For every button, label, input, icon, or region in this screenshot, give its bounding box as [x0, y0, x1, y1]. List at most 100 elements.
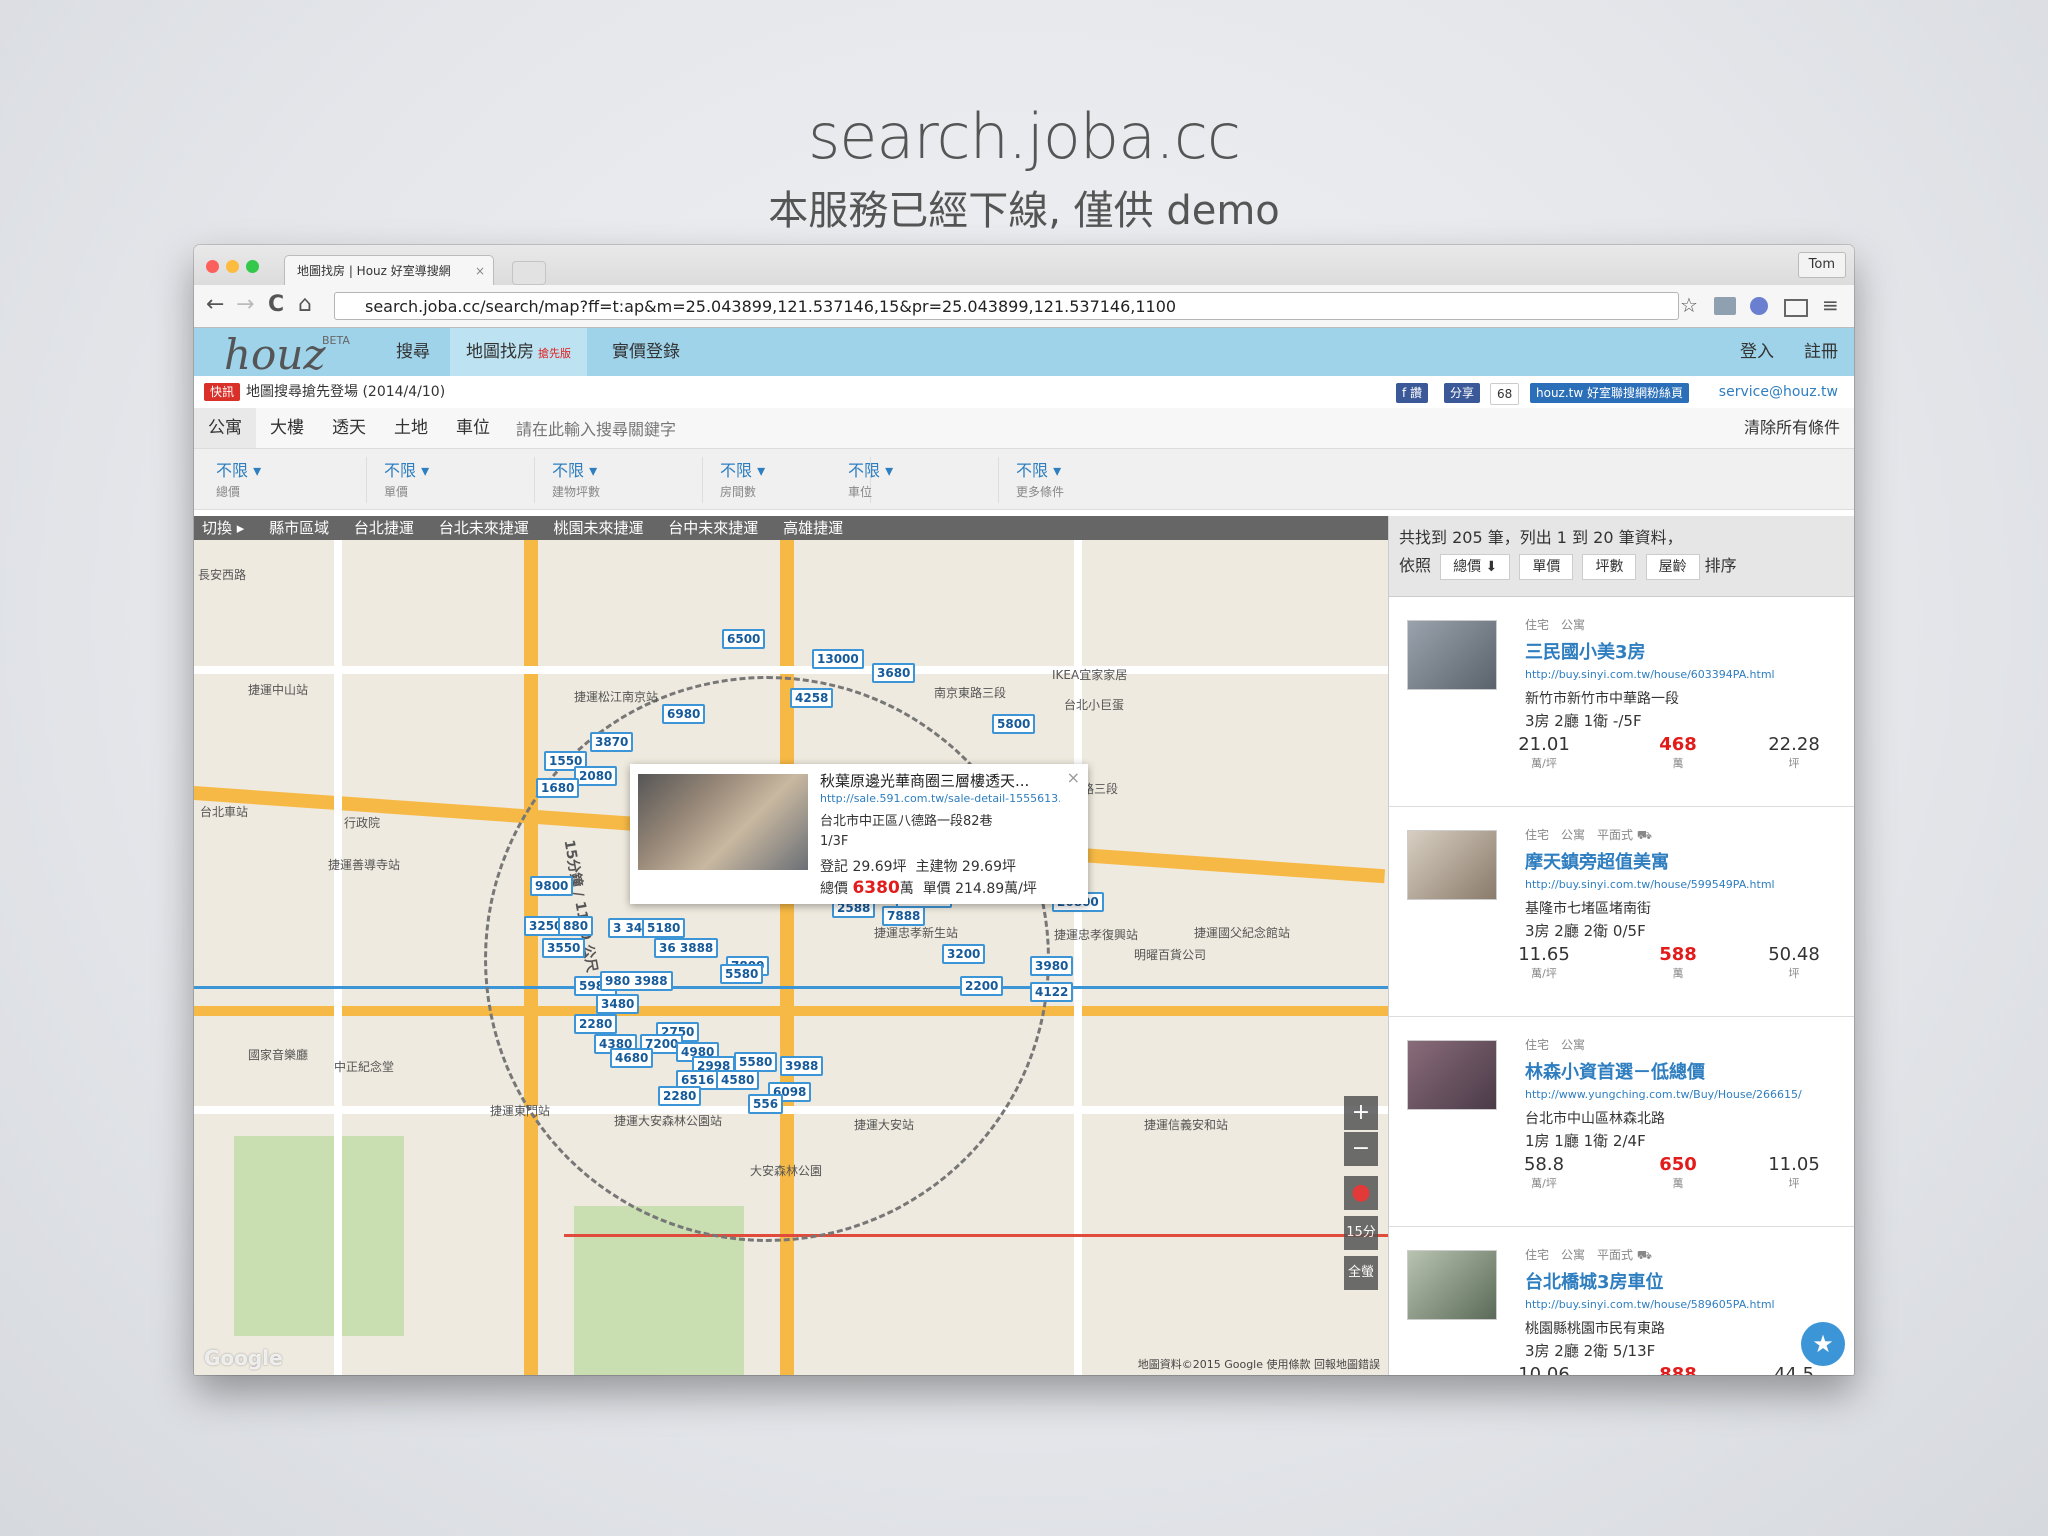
bookmark-star-icon[interactable]: ☆ — [1680, 293, 1698, 317]
map-tab-taipei-mrt[interactable]: 台北捷運 — [354, 519, 414, 537]
result-item[interactable]: 住宅 公寓 平面式 ⛟ 台北橋城3房車位 http://buy.sinyi.com.tw… — [1389, 1226, 1854, 1375]
fullscreen-button[interactable]: 全螢 — [1344, 1256, 1378, 1290]
price-marker[interactable]: 980 3988 — [600, 971, 673, 991]
filter-unit-price[interactable]: 不限 ▾ 單價 — [384, 457, 535, 503]
home-icon[interactable]: ⌂ — [298, 293, 312, 317]
keyword-search-input[interactable] — [514, 412, 1738, 446]
new-tab-button[interactable] — [512, 261, 546, 285]
map-tab-switch[interactable]: 切換 ▸ — [202, 519, 244, 537]
news-text[interactable]: 地圖搜尋搶先登場 (2014/4/10) — [246, 384, 445, 400]
result-item[interactable]: 住宅 公寓 平面式 ⛟ 摩天鎮旁超值美寓 http://buy.sinyi.com.tw… — [1389, 806, 1854, 1017]
listing-title[interactable]: 林森小資首選－低總價 — [1525, 1058, 1705, 1084]
listing-popup[interactable]: 秋葉原邊光華商圈三層樓透天... http://sale.591.com.tw/… — [630, 764, 1088, 904]
extension-icon[interactable] — [1714, 297, 1736, 315]
houz-logo[interactable]: houz — [224, 330, 326, 379]
tab-close-icon[interactable]: × — [475, 256, 485, 285]
facebook-share-button[interactable]: 分享 — [1444, 383, 1481, 403]
reload-icon[interactable]: C — [268, 293, 284, 317]
map-attribution[interactable]: 地圖資料©2015 Google 使用條款 回報地圖錯誤 — [1138, 1356, 1380, 1372]
result-item[interactable]: 住宅 公寓 林森小資首選－低總價 http://www.yungching.com.t… — [1389, 1016, 1854, 1227]
price-marker[interactable]: 3200 — [942, 944, 986, 964]
price-marker[interactable]: 1680 — [536, 778, 580, 798]
listing-url[interactable]: http://buy.sinyi.com.tw/house/599549PA.h… — [1525, 878, 1845, 891]
location-pin-icon[interactable]: ● — [1344, 1176, 1378, 1210]
houz-fanpage-button[interactable]: houz.tw 好室聯搜網粉絲頁 — [1530, 383, 1690, 403]
listing-title[interactable]: 台北橋城3房車位 — [1525, 1268, 1664, 1294]
price-marker[interactable]: 9800 — [530, 876, 574, 896]
price-marker[interactable]: 2280 — [658, 1086, 702, 1106]
price-marker[interactable]: 4580 — [716, 1070, 760, 1090]
price-marker[interactable]: 3680 — [872, 663, 916, 683]
sort-total-price-button[interactable]: 總價 ⬇ — [1440, 554, 1511, 580]
zoom-in-button[interactable]: + — [1344, 1096, 1378, 1130]
type-tab-building[interactable]: 大樓 — [256, 408, 318, 448]
map-tab-taipei-future-mrt[interactable]: 台北未來捷運 — [439, 519, 529, 537]
popup-title[interactable]: 秋葉原邊光華商圈三層樓透天... — [820, 770, 1060, 791]
price-marker[interactable]: 880 — [558, 916, 594, 936]
price-marker[interactable]: 3980 — [1030, 956, 1074, 976]
type-tab-townhouse[interactable]: 透天 — [318, 408, 380, 448]
filter-parking[interactable]: 不限 ▾ 車位 — [848, 457, 999, 503]
zoom-out-button[interactable]: − — [1344, 1132, 1378, 1166]
sort-area-button[interactable]: 坪數 — [1582, 554, 1637, 580]
close-window-button[interactable] — [206, 260, 219, 273]
profile-button[interactable]: Tom — [1797, 252, 1846, 278]
price-marker[interactable]: 5180 — [642, 918, 686, 938]
popup-url[interactable]: http://sale.591.com.tw/sale-detail-15556… — [820, 792, 1060, 805]
price-marker[interactable]: 7888 — [882, 906, 926, 926]
map-tab-taoyuan-future-mrt[interactable]: 桃園未來捷運 — [553, 519, 643, 537]
browser-tab[interactable]: 地圖找房 | Houz 好室導搜網 × — [284, 255, 494, 285]
map-tab-kaohsiung-mrt[interactable]: 高雄捷運 — [783, 519, 843, 537]
price-marker[interactable]: 3988 — [780, 1056, 824, 1076]
type-tab-parking[interactable]: 車位 — [442, 408, 504, 448]
filter-floor-area[interactable]: 不限 ▾ 建物坪數 — [552, 457, 703, 503]
listing-thumbnail[interactable] — [1407, 1040, 1497, 1110]
back-icon[interactable]: ← — [206, 293, 224, 317]
clear-all-filters-button[interactable]: 清除所有條件 — [1744, 408, 1840, 448]
nav-map-search[interactable]: 地圖找房 搶先版 — [450, 328, 587, 376]
listing-title[interactable]: 三民國小美3房 — [1525, 638, 1646, 664]
listing-title[interactable]: 摩天鎮旁超值美寓 — [1525, 848, 1669, 874]
result-item[interactable]: 住宅 公寓 三民國小美3房 http://buy.sinyi.com.tw/house… — [1389, 596, 1854, 807]
sort-unit-price-button[interactable]: 單價 — [1519, 554, 1574, 580]
price-marker[interactable]: 13000 — [812, 649, 864, 669]
nav-price-registry[interactable]: 實價登錄 — [612, 328, 680, 376]
map-tab-taichung-future-mrt[interactable]: 台中未來捷運 — [668, 519, 758, 537]
extension-globe-icon[interactable] — [1750, 297, 1768, 315]
listing-thumbnail[interactable] — [1407, 1250, 1497, 1320]
price-marker[interactable]: 2200 — [960, 976, 1004, 996]
price-marker[interactable]: 6980 — [662, 704, 706, 724]
register-link[interactable]: 註冊 — [1804, 328, 1838, 376]
price-marker[interactable]: 556 — [748, 1094, 784, 1114]
price-marker[interactable]: 36 3888 — [654, 938, 719, 958]
service-email-link[interactable]: service@houz.tw — [1719, 376, 1838, 408]
price-marker[interactable]: 5800 — [992, 714, 1036, 734]
facebook-like-button[interactable]: f 讚 — [1396, 383, 1429, 403]
popup-close-icon[interactable]: × — [1067, 768, 1080, 787]
forward-icon[interactable]: → — [236, 293, 254, 317]
zoom-window-button[interactable] — [246, 260, 259, 273]
price-marker[interactable]: 3870 — [590, 732, 634, 752]
price-marker[interactable]: 4122 — [1030, 982, 1074, 1002]
price-marker[interactable]: 2280 — [574, 1014, 618, 1034]
price-marker[interactable]: 5580 — [720, 964, 764, 984]
listing-url[interactable]: http://buy.sinyi.com.tw/house/603394PA.h… — [1525, 668, 1845, 681]
price-marker[interactable]: 2080 — [574, 766, 618, 786]
map-tab-county[interactable]: 縣市區域 — [269, 519, 329, 537]
sort-age-button[interactable]: 屋齡 — [1645, 554, 1700, 580]
listing-url[interactable]: http://buy.sinyi.com.tw/house/589605PA.h… — [1525, 1298, 1845, 1311]
price-marker[interactable]: 4680 — [610, 1048, 654, 1068]
listing-photo[interactable] — [638, 774, 808, 870]
type-tab-apartment[interactable]: 公寓 — [194, 408, 256, 448]
cast-icon[interactable] — [1784, 299, 1808, 317]
listing-thumbnail[interactable] — [1407, 620, 1497, 690]
listing-thumbnail[interactable] — [1407, 830, 1497, 900]
type-tab-land[interactable]: 土地 — [380, 408, 442, 448]
filter-more[interactable]: 不限 ▾ 更多條件 — [1016, 457, 1166, 503]
walk-time-button[interactable]: 15分 — [1344, 1216, 1378, 1250]
price-marker[interactable]: 6500 — [722, 629, 766, 649]
browser-menu-icon[interactable]: ≡ — [1822, 293, 1839, 317]
nav-search[interactable]: 搜尋 — [396, 328, 430, 376]
address-bar[interactable]: search.joba.cc/search/map?ff=t:ap&m=25.0… — [334, 292, 1679, 320]
minimize-window-button[interactable] — [226, 260, 239, 273]
